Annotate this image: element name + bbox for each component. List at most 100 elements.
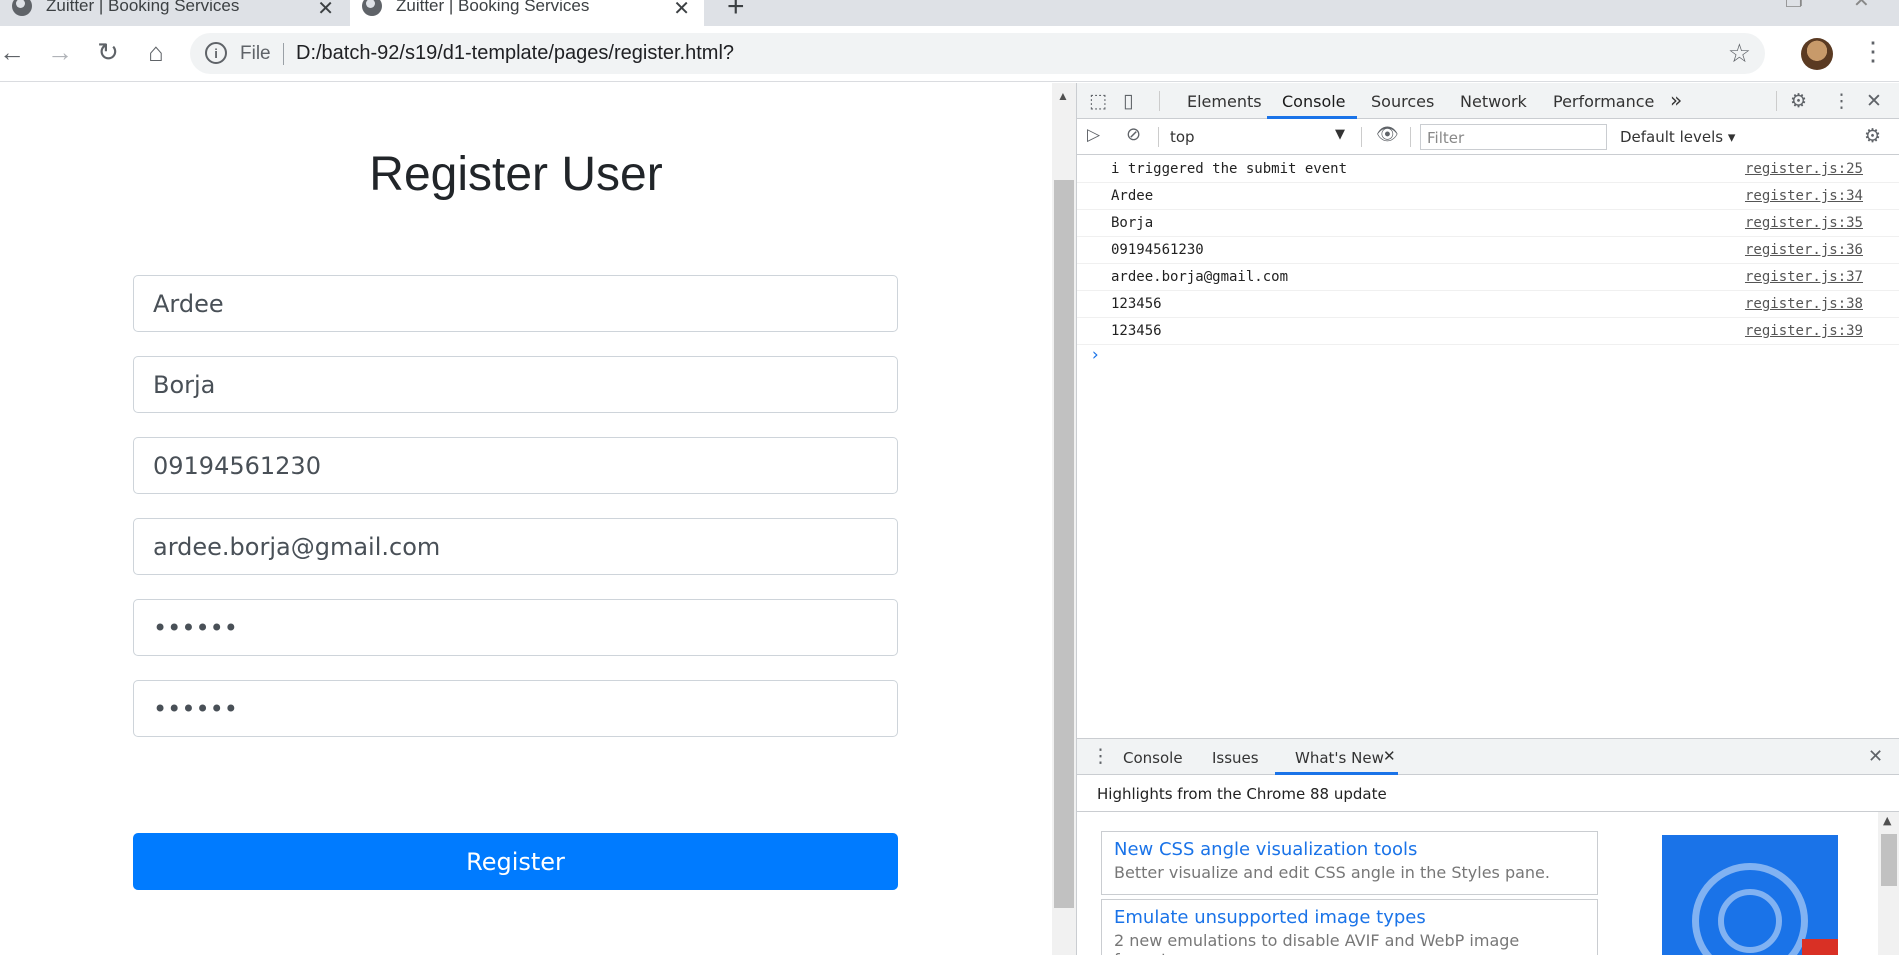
log-source-link[interactable]: register.js:39 <box>1745 323 1863 339</box>
globe-icon <box>362 0 382 16</box>
browser-tab-active[interactable]: Zuitter | Booking Services ✕ <box>350 0 704 26</box>
divider <box>1158 127 1159 147</box>
close-tab-icon[interactable]: ✕ <box>1383 747 1396 765</box>
tab-network[interactable]: Network <box>1460 92 1527 111</box>
console-log-row: 123456 register.js:39 <box>1077 318 1899 345</box>
address-bar[interactable]: i File D:/batch-92/s19/d1-template/pages… <box>190 33 1765 74</box>
context-selector[interactable]: top <box>1170 128 1195 146</box>
log-message: Borja <box>1111 215 1154 231</box>
console-log-row: ardee.borja@gmail.com register.js:37 <box>1077 264 1899 291</box>
drawer-scrollbar[interactable]: ▲ <box>1878 812 1899 955</box>
scroll-up-arrow-icon[interactable]: ▲ <box>1057 89 1069 103</box>
drawer-tab-issues[interactable]: Issues <box>1212 749 1259 767</box>
divider <box>1410 127 1411 147</box>
console-log-row: Borja register.js:35 <box>1077 210 1899 237</box>
sidebar-toggle-icon[interactable]: ▷ <box>1087 125 1100 145</box>
whats-new-card[interactable]: New CSS angle visualization tools Better… <box>1101 831 1598 895</box>
close-drawer-icon[interactable]: ✕ <box>1868 746 1883 767</box>
browser-tab-title: Zuitter | Booking Services <box>46 0 240 15</box>
tab-console[interactable]: Console <box>1282 92 1346 111</box>
tab-elements[interactable]: Elements <box>1187 92 1262 111</box>
browser-toolbar: ← → ↻ ⌂ i File D:/batch-92/s19/d1-templa… <box>0 26 1899 82</box>
filter-input[interactable]: Filter <box>1420 124 1607 150</box>
drawer-tab-bar: ⋮ Console Issues What's New ✕ ✕ <box>1077 738 1899 775</box>
card-title[interactable]: New CSS angle visualization tools <box>1114 839 1585 860</box>
restore-window-icon[interactable]: ❐ <box>1785 0 1803 13</box>
browser-menu-icon[interactable]: ⋮ <box>1860 36 1886 67</box>
browser-tab-title: Zuitter | Booking Services <box>396 0 590 15</box>
close-tab-icon[interactable]: ✕ <box>317 0 334 21</box>
close-devtools-icon[interactable]: ✕ <box>1866 90 1882 112</box>
whats-new-heading: Highlights from the Chrome 88 update <box>1077 775 1899 812</box>
clear-console-icon[interactable]: ⊘ <box>1126 124 1141 145</box>
url-scheme: File <box>240 43 271 64</box>
divider <box>283 43 284 65</box>
close-window-icon[interactable]: ✕ <box>1853 0 1870 13</box>
close-tab-icon[interactable]: ✕ <box>673 0 690 21</box>
drawer-tab-console[interactable]: Console <box>1123 749 1183 767</box>
home-button[interactable]: ⌂ <box>138 34 174 70</box>
console-toolbar: ▷ ⊘ top ▼ 👁 Filter Default levels ▾ ⚙ <box>1077 119 1899 155</box>
divider <box>1776 91 1777 111</box>
browser-tab[interactable]: Zuitter | Booking Services ✕ <box>0 0 348 26</box>
page-scrollbar[interactable]: ▲ <box>1052 83 1076 955</box>
new-tab-button[interactable]: + <box>727 0 745 24</box>
inspect-element-icon[interactable]: ⬚ <box>1089 90 1107 112</box>
tab-performance[interactable]: Performance <box>1553 92 1654 111</box>
log-message: 123456 <box>1111 296 1162 312</box>
device-toolbar-icon[interactable]: ▯ <box>1123 90 1133 112</box>
console-settings-gear-icon[interactable]: ⚙ <box>1864 125 1881 147</box>
devtools-panel: ⬚ ▯ Elements Console Sources Network Per… <box>1076 83 1899 955</box>
last-name-input[interactable]: Borja <box>133 356 898 413</box>
log-levels-dropdown[interactable]: Default levels ▾ <box>1620 128 1735 146</box>
info-icon[interactable]: i <box>205 42 227 64</box>
scrollbar-thumb[interactable] <box>1881 834 1897 886</box>
log-message: 09194561230 <box>1111 242 1204 258</box>
console-log-row: 09194561230 register.js:36 <box>1077 237 1899 264</box>
log-message: i triggered the submit event <box>1111 161 1348 177</box>
tab-strip: Zuitter | Booking Services ✕ Zuitter | B… <box>0 0 1899 26</box>
promo-circle <box>1718 889 1782 953</box>
scrollbar-thumb[interactable] <box>1054 180 1074 908</box>
bookmark-star-icon[interactable]: ☆ <box>1728 38 1751 69</box>
eye-icon[interactable]: 👁 <box>1376 124 1399 145</box>
log-source-link[interactable]: register.js:36 <box>1745 242 1863 258</box>
log-source-link[interactable]: register.js:25 <box>1745 161 1863 177</box>
first-name-input[interactable]: Ardee <box>133 275 898 332</box>
page-viewport: Register User Ardee Borja 09194561230 ar… <box>0 83 1052 955</box>
back-button[interactable]: ← <box>0 34 30 70</box>
whats-new-card[interactable]: Emulate unsupported image types 2 new em… <box>1101 899 1598 955</box>
log-source-link[interactable]: register.js:37 <box>1745 269 1863 285</box>
log-source-link[interactable]: register.js:38 <box>1745 296 1863 312</box>
console-prompt-icon[interactable]: › <box>1090 345 1100 365</box>
reload-button[interactable]: ↻ <box>90 34 126 70</box>
register-button[interactable]: Register <box>133 833 898 890</box>
console-log-row: 123456 register.js:38 <box>1077 291 1899 318</box>
profile-avatar[interactable] <box>1801 38 1833 70</box>
globe-icon <box>12 0 32 16</box>
console-log-row: i triggered the submit event register.js… <box>1077 156 1899 183</box>
drawer-tab-whats-new[interactable]: What's New <box>1295 749 1384 767</box>
log-message: ardee.borja@gmail.com <box>1111 269 1289 285</box>
email-input[interactable]: ardee.borja@gmail.com <box>133 518 898 575</box>
log-source-link[interactable]: register.js:35 <box>1745 215 1863 231</box>
promo-red-accent <box>1802 939 1838 955</box>
drawer-menu-icon[interactable]: ⋮ <box>1091 745 1110 767</box>
verify-password-input[interactable]: •••••• <box>133 680 898 737</box>
whats-new-promo-image <box>1662 835 1838 955</box>
password-input[interactable]: •••••• <box>133 599 898 656</box>
card-title[interactable]: Emulate unsupported image types <box>1114 907 1585 928</box>
tab-sources[interactable]: Sources <box>1371 92 1434 111</box>
card-description: Better visualize and edit CSS angle in t… <box>1114 863 1550 882</box>
more-tabs-icon[interactable]: » <box>1670 88 1682 112</box>
scroll-up-arrow-icon[interactable]: ▲ <box>1883 814 1891 827</box>
mobile-number-input[interactable]: 09194561230 <box>133 437 898 494</box>
devtools-menu-icon[interactable]: ⋮ <box>1832 90 1851 112</box>
chevron-down-icon[interactable]: ▼ <box>1335 127 1345 142</box>
url-text[interactable]: D:/batch-92/s19/d1-template/pages/regist… <box>296 42 734 65</box>
log-message: 123456 <box>1111 323 1162 339</box>
console-log-row: Ardee register.js:34 <box>1077 183 1899 210</box>
forward-button[interactable]: → <box>42 34 78 70</box>
settings-gear-icon[interactable]: ⚙ <box>1790 90 1807 112</box>
log-source-link[interactable]: register.js:34 <box>1745 188 1863 204</box>
